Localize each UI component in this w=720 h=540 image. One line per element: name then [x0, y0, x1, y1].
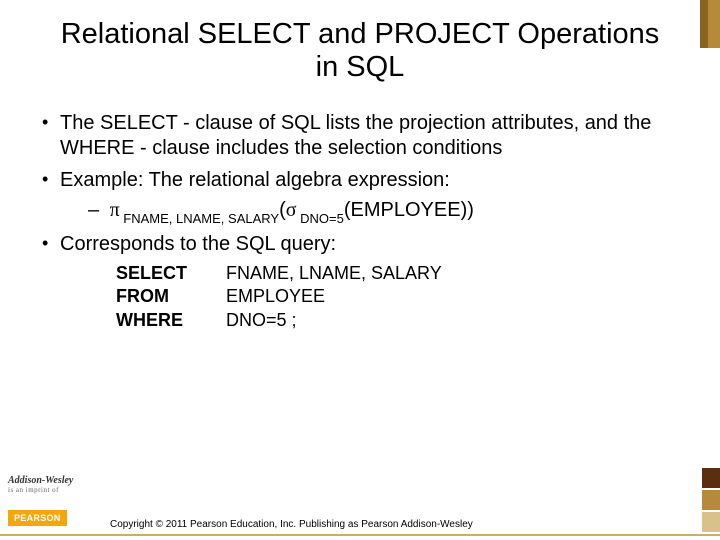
pi-symbol: π — [110, 199, 120, 221]
sql-val-from: EMPLOYEE — [226, 285, 692, 308]
sql-val-where: DNO=5 ; — [226, 309, 692, 332]
sql-row-where: WHERE DNO=5 ; — [116, 309, 692, 332]
brand-subtext: is an imprint of — [8, 486, 73, 494]
publisher-logo: Addison-Wesley is an imprint of — [8, 475, 73, 494]
footer-tabs — [702, 468, 720, 534]
accent-bar-right — [708, 0, 720, 48]
slide-title: Relational SELECT and PROJECT Operations… — [60, 0, 660, 85]
tab-color-c — [702, 512, 720, 532]
sigma-subscript: DNO=5 — [297, 211, 344, 226]
pearson-badge: PEARSON — [8, 510, 67, 526]
bullet-2-text: Example: The relational algebra expressi… — [60, 169, 450, 191]
bullet-1: The SELECT - clause of SQL lists the pro… — [46, 111, 692, 162]
sql-val-select: FNAME, LNAME, SALARY — [226, 262, 692, 285]
bullet-list: The SELECT - clause of SQL lists the pro… — [28, 111, 692, 332]
dash-icon: – — [88, 197, 104, 223]
expr-rest: (EMPLOYEE)) — [344, 199, 474, 221]
footer-rule — [0, 534, 720, 536]
footer: Addison-Wesley is an imprint of PEARSON … — [0, 480, 720, 540]
accent-bar-right-inner — [700, 0, 708, 48]
sigma-symbol: σ — [286, 199, 297, 221]
tab-color-b — [702, 490, 720, 510]
bullet-3: Corresponds to the SQL query: SELECT FNA… — [46, 232, 692, 332]
sql-kw-select: SELECT — [116, 262, 226, 285]
bullet-3-text: Corresponds to the SQL query: — [60, 233, 336, 255]
copyright-text: Copyright © 2011 Pearson Education, Inc.… — [110, 519, 473, 530]
sql-row-select: SELECT FNAME, LNAME, SALARY — [116, 262, 692, 285]
tab-color-a — [702, 468, 720, 488]
pi-subscript: FNAME, LNAME, SALARY — [120, 211, 279, 226]
sql-block: SELECT FNAME, LNAME, SALARY FROM EMPLOYE… — [116, 262, 692, 332]
algebra-expression: – π FNAME, LNAME, SALARY(σ DNO=5(EMPLOYE… — [88, 197, 692, 226]
slide: Relational SELECT and PROJECT Operations… — [0, 0, 720, 540]
bullet-2: Example: The relational algebra expressi… — [46, 168, 692, 226]
brand-name: Addison-Wesley — [8, 475, 73, 486]
open-paren: ( — [279, 199, 286, 221]
sql-kw-from: FROM — [116, 285, 226, 308]
sql-row-from: FROM EMPLOYEE — [116, 285, 692, 308]
sql-kw-where: WHERE — [116, 309, 226, 332]
